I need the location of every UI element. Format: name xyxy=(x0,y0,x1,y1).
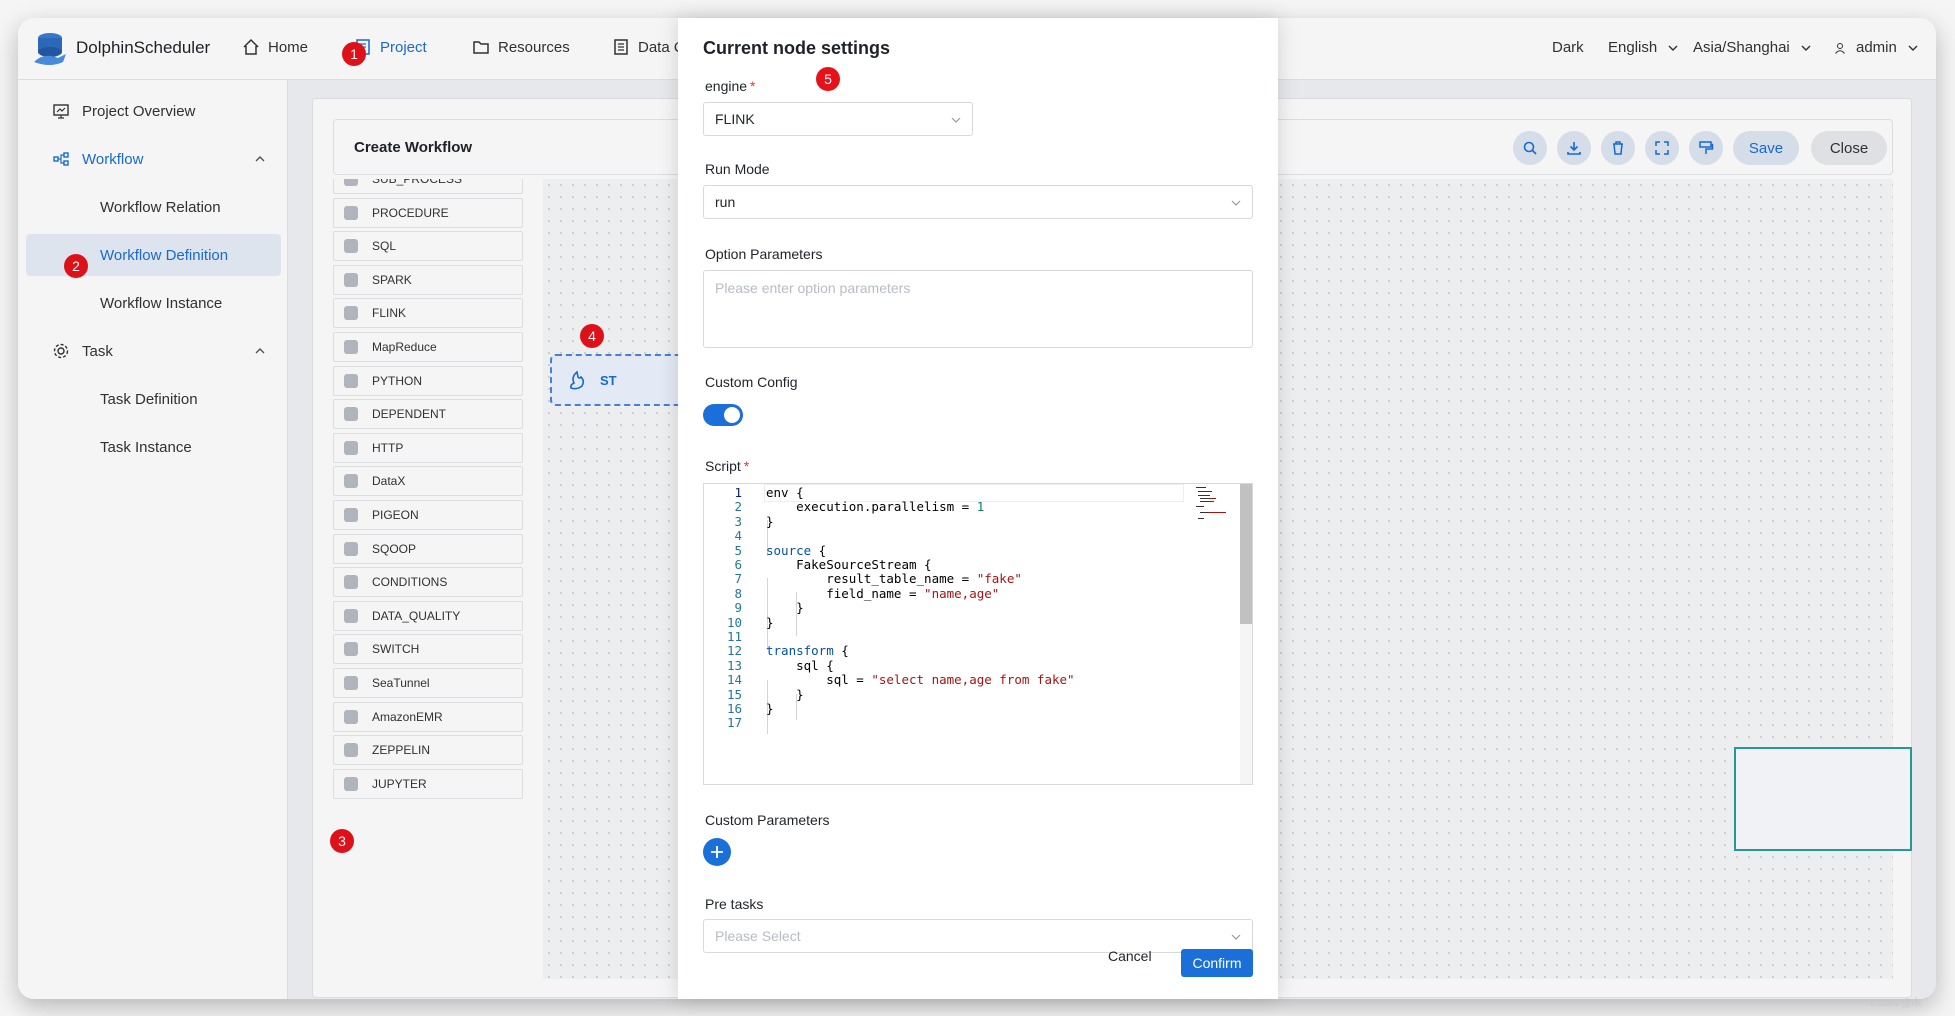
engine-label: engine * xyxy=(705,78,756,94)
line-number: 13 xyxy=(726,657,742,673)
watermark: CSDN @木 xyxy=(1870,998,1922,1009)
editor-scrollbar[interactable] xyxy=(1240,484,1252,784)
script-label: Script * xyxy=(705,458,750,474)
engine-label-text: engine xyxy=(705,78,748,94)
script-editor[interactable]: 1 env { 2 execution.parallelism = 1 3} 4 5 sou… xyxy=(703,483,1253,785)
code-line: } xyxy=(766,686,804,702)
line-number: 1 xyxy=(734,485,742,500)
code-line: env { xyxy=(766,485,804,500)
custom-config-toggle[interactable] xyxy=(703,404,743,426)
line-number: 11 xyxy=(726,629,742,644)
line-number: 16 xyxy=(726,701,742,716)
chevron-down-icon xyxy=(951,117,961,123)
line-number: 4 xyxy=(734,528,742,544)
code-line: sql = "select name,age from fake" xyxy=(766,672,1075,688)
run-mode-value: run xyxy=(715,194,736,210)
code-line: result_table_name = "fake" xyxy=(766,571,1022,587)
code-line: } xyxy=(766,701,774,716)
run-mode-select[interactable]: run xyxy=(703,185,1253,219)
node-settings-drawer: Current node settings 5 engine * FLINK Ru… xyxy=(678,18,1278,999)
line-number: 5 xyxy=(734,542,742,558)
confirm-button[interactable]: Confirm xyxy=(1181,949,1253,977)
custom-config-label: Custom Config xyxy=(705,374,798,390)
line-number: 12 xyxy=(726,643,742,659)
option-parameters-input[interactable]: Please enter option parameters xyxy=(703,270,1253,348)
engine-value: FLINK xyxy=(715,111,755,127)
run-mode-label: Run Mode xyxy=(705,161,770,177)
code-line: transform { xyxy=(766,643,849,659)
plus-icon xyxy=(711,846,723,858)
line-number: 14 xyxy=(726,672,742,688)
custom-parameters-label: Custom Parameters xyxy=(705,812,830,828)
editor-minimap xyxy=(1196,487,1226,519)
line-number: 15 xyxy=(726,686,742,702)
line-number: 10 xyxy=(726,614,742,630)
code-line: source { xyxy=(766,542,827,558)
chevron-down-icon xyxy=(1231,200,1241,206)
pre-tasks-label: Pre tasks xyxy=(705,896,764,912)
chevron-down-icon xyxy=(1231,934,1241,940)
cancel-button[interactable]: Cancel xyxy=(1108,948,1152,964)
line-number: 17 xyxy=(726,715,742,731)
code-line: } xyxy=(766,600,804,616)
line-number: 9 xyxy=(734,600,742,616)
line-number: 8 xyxy=(734,585,742,601)
drawer-title: Current node settings xyxy=(703,38,891,58)
add-parameter-button[interactable] xyxy=(703,838,731,866)
engine-select[interactable]: FLINK xyxy=(703,102,973,136)
line-number: 3 xyxy=(734,513,742,529)
pre-tasks-select[interactable]: Please Select xyxy=(703,919,1253,953)
code-line: } xyxy=(766,513,774,529)
code-line: FakeSourceStream { xyxy=(766,557,932,572)
line-number: 6 xyxy=(734,557,742,572)
line-number: 2 xyxy=(734,499,742,515)
pre-tasks-placeholder: Please Select xyxy=(715,928,801,944)
code-line: sql { xyxy=(766,657,834,673)
code-line: execution.parallelism = 1 xyxy=(766,499,985,515)
option-parameters-label: Option Parameters xyxy=(705,246,823,262)
code-line: field_name = "name,age" xyxy=(766,585,1000,601)
annotation-badge: 5 xyxy=(816,67,840,91)
code-line: } xyxy=(766,614,774,630)
line-number: 7 xyxy=(734,571,742,587)
script-label-text: Script xyxy=(705,458,741,474)
option-parameters-placeholder: Please enter option parameters xyxy=(715,280,911,296)
